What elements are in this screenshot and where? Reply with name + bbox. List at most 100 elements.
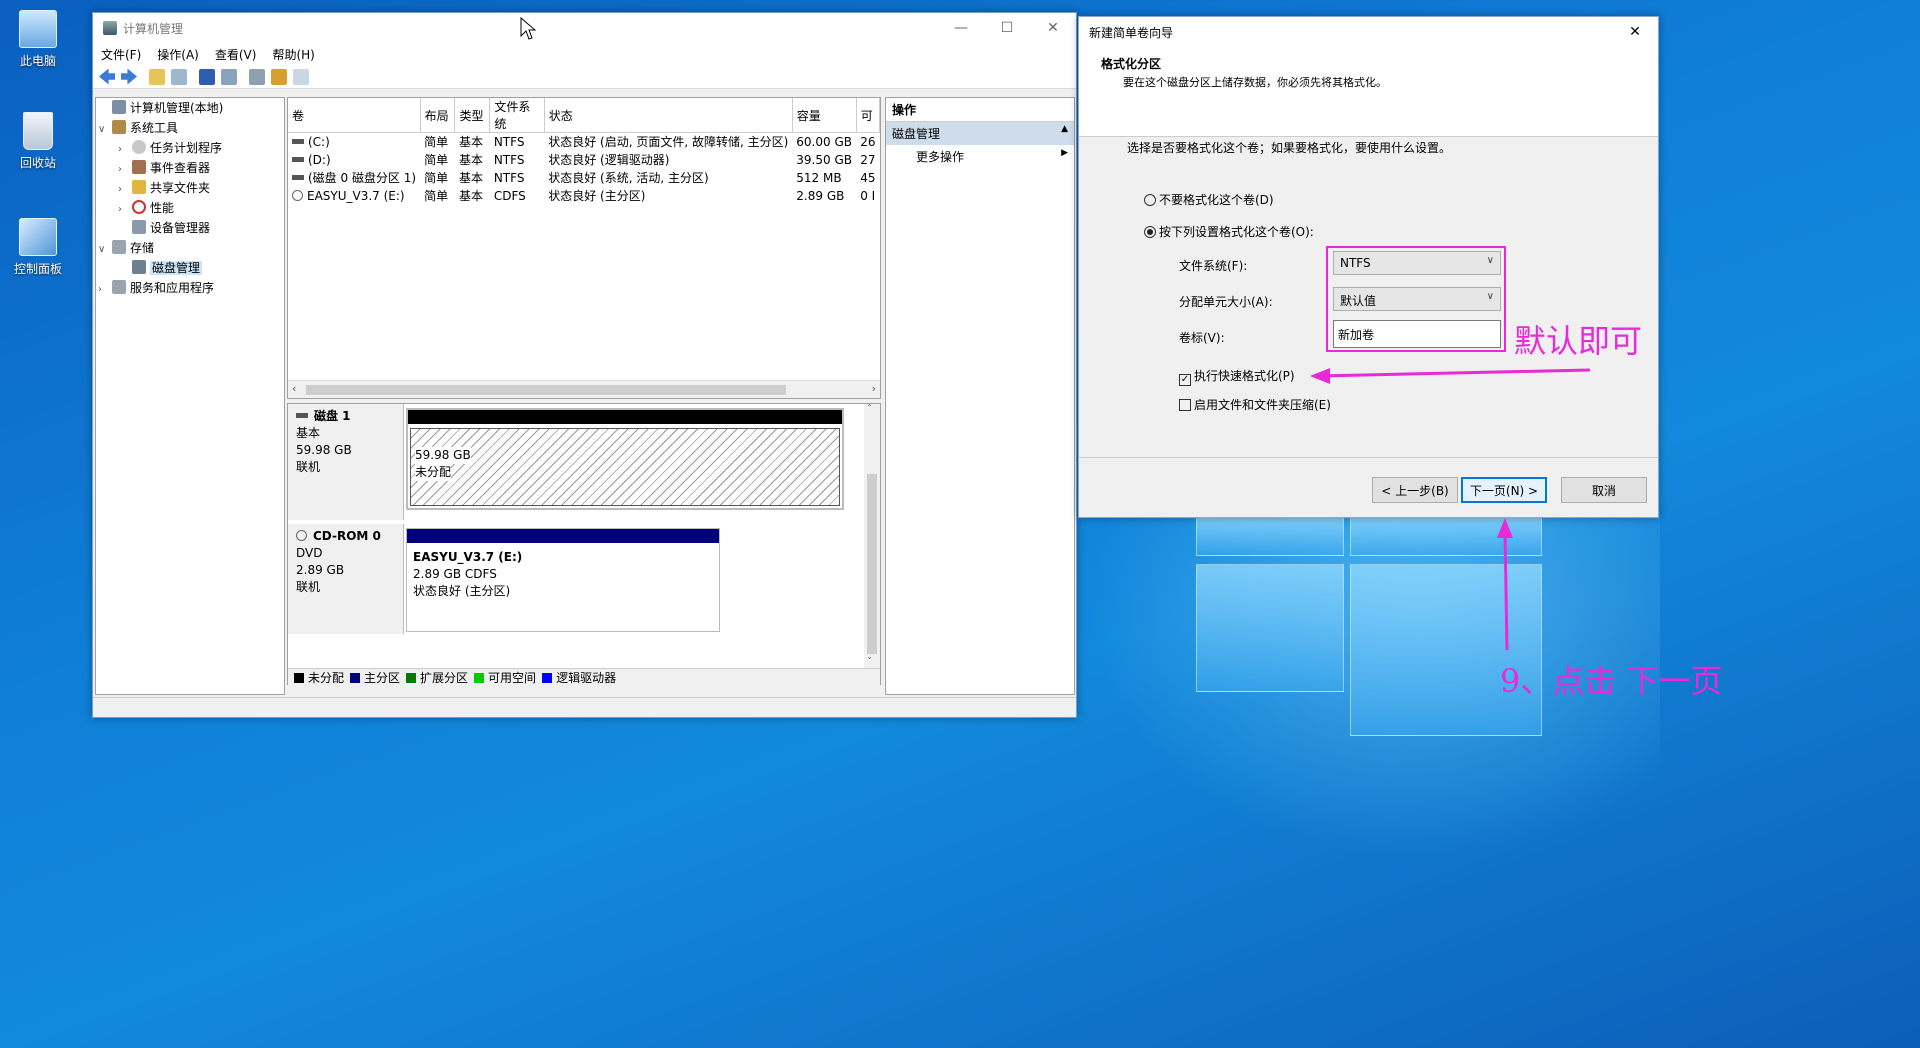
check-icon[interactable] [271, 68, 287, 85]
horizontal-scrollbar[interactable]: ‹ › [288, 380, 880, 398]
free-cell: 0 I [860, 188, 876, 203]
scroll-up-arrow-icon[interactable]: ˆ [867, 404, 872, 415]
tree-item-task-scheduler[interactable]: › 任务计划程序 [118, 138, 222, 158]
radio-button[interactable] [1144, 194, 1156, 206]
desktop-icon-this-pc[interactable]: 此电脑 [8, 10, 68, 69]
window-titlebar[interactable]: 计算机管理 — ☐ ✕ [93, 13, 1076, 43]
event-viewer-icon [132, 160, 146, 174]
capacity-cell: 39.50 GB [796, 152, 852, 167]
tree-item-computer-management[interactable]: 计算机管理(本地) [98, 98, 223, 118]
wizard-close-button[interactable]: ✕ [1612, 17, 1658, 47]
column-header-volume[interactable]: 卷 [288, 98, 421, 133]
table-row[interactable]: (D:) 简单 基本 NTFS 状态良好 (逻辑驱动器) 39.50 GB 27 [288, 151, 880, 169]
properties-icon[interactable] [221, 68, 237, 85]
scroll-right-arrow-icon[interactable]: › [872, 382, 876, 395]
next-button[interactable]: 下一页(N) > [1461, 477, 1547, 503]
collapse-icon[interactable]: ▲ [1061, 124, 1068, 134]
chevron-right-icon[interactable]: › [118, 200, 132, 220]
vertical-scrollbar[interactable]: ˆ ˇ [864, 404, 880, 668]
tree-item-performance[interactable]: › 性能 [118, 198, 174, 218]
rescan-disks-icon[interactable] [249, 68, 265, 85]
desktop-icon-control-panel[interactable]: 控制面板 [8, 218, 68, 277]
table-row[interactable]: (磁盘 0 磁盘分区 1) 简单 基本 NTFS 状态良好 (系统, 活动, 主… [288, 169, 880, 187]
disk-1-label[interactable]: 磁盘 1 基本 59.98 GB 联机 [288, 404, 404, 520]
disk-management-icon [132, 260, 146, 274]
column-header-status[interactable]: 状态 [544, 98, 793, 133]
radio-format[interactable]: 按下列设置格式化这个卷(O): [1144, 223, 1314, 240]
chevron-down-icon[interactable]: ∨ [98, 240, 112, 260]
control-panel-icon [19, 218, 57, 256]
scrollbar-thumb[interactable] [306, 385, 786, 395]
legend-swatch [294, 672, 304, 683]
tree-item-services-apps[interactable]: › 服务和应用程序 [98, 278, 214, 298]
volume-name-cell: EASYU_V3.7 (E:) [288, 187, 420, 205]
wizard-titlebar[interactable]: 新建简单卷向导 ✕ [1079, 17, 1658, 47]
forward-arrow-icon[interactable] [121, 68, 137, 85]
list-view-icon[interactable] [293, 68, 309, 85]
volume-list: 卷 布局 类型 文件系统 状态 容量 可 (C:) 简单 基本 NTFS 状态良… [287, 97, 881, 399]
tree-item-disk-management[interactable]: 磁盘管理 [118, 258, 203, 278]
close-button[interactable]: ✕ [1030, 13, 1076, 43]
radio-button-selected[interactable] [1144, 226, 1156, 238]
scrollbar-thumb[interactable] [867, 474, 877, 654]
menu-action[interactable]: 操作(A) [157, 46, 199, 63]
recycle-bin-icon [23, 112, 53, 150]
tree-item-event-viewer[interactable]: › 事件查看器 [118, 158, 210, 178]
help-icon[interactable] [199, 68, 215, 85]
filesystem-cell: NTFS [493, 134, 525, 149]
back-arrow-icon[interactable] [99, 68, 115, 85]
maximize-button[interactable]: ☐ [984, 13, 1030, 43]
wizard-footer-divider [1079, 457, 1658, 458]
back-button[interactable]: < 上一步(B) [1372, 477, 1458, 503]
menu-help[interactable]: 帮助(H) [272, 46, 314, 63]
column-header-free[interactable]: 可 [856, 98, 880, 133]
compression-checkbox[interactable]: 启用文件和文件夹压缩(E) [1179, 396, 1331, 413]
minimize-button[interactable]: — [938, 13, 984, 43]
show-hide-tree-icon[interactable] [171, 68, 187, 85]
checkbox-checked[interactable]: ✓ [1179, 374, 1191, 386]
column-header-filesystem[interactable]: 文件系统 [489, 98, 545, 133]
shared-folder-icon [132, 180, 146, 194]
wizard-title: 新建简单卷向导 [1089, 25, 1174, 40]
menu-view[interactable]: 查看(V) [215, 46, 257, 63]
windows-logo-pane-tl [1196, 518, 1344, 556]
table-row[interactable]: EASYU_V3.7 (E:) 简单 基本 CDFS 状态良好 (主分区) 2.… [288, 187, 880, 205]
menu-file[interactable]: 文件(F) [101, 46, 141, 63]
column-header-capacity[interactable]: 容量 [792, 98, 857, 133]
chevron-right-icon[interactable]: › [98, 280, 112, 300]
status-cell: 状态良好 (逻辑驱动器) [548, 153, 670, 167]
cdrom-partition[interactable]: EASYU_V3.7 (E:) 2.89 GB CDFS 状态良好 (主分区) [406, 528, 720, 632]
tree-item-storage[interactable]: ∨ 存储 [98, 238, 154, 258]
scroll-down-arrow-icon[interactable]: ˇ [867, 657, 872, 668]
checkbox[interactable] [1179, 399, 1191, 411]
column-header-layout[interactable]: 布局 [420, 98, 456, 133]
wizard-heading: 格式化分区 [1101, 57, 1162, 71]
tree-item-system-tools[interactable]: ∨ 系统工具 [98, 118, 178, 138]
actions-section-disk-management[interactable]: 磁盘管理 ▲ [886, 122, 1074, 145]
chevron-right-icon[interactable]: › [118, 160, 132, 180]
chevron-down-icon[interactable]: ∨ [98, 120, 112, 140]
desktop-icon-recycle-bin[interactable]: 回收站 [8, 112, 68, 171]
cancel-button[interactable]: 取消 [1561, 477, 1647, 503]
column-header-type[interactable]: 类型 [454, 98, 491, 133]
action-more-actions[interactable]: 更多操作 ▶ [886, 145, 1074, 168]
cdrom-0-label[interactable]: CD-ROM 0 DVD 2.89 GB 联机 [288, 524, 404, 634]
filesystem-cell: CDFS [493, 188, 526, 203]
up-folder-icon[interactable] [149, 68, 165, 85]
chevron-right-icon[interactable]: › [118, 140, 132, 160]
desktop-icon-label: 回收站 [19, 156, 56, 170]
radio-no-format[interactable]: 不要格式化这个卷(D) [1144, 191, 1274, 208]
windows-logo-pane-bl [1196, 564, 1344, 692]
table-row[interactable]: (C:) 简单 基本 NTFS 状态良好 (启动, 页面文件, 故障转储, 主分… [288, 133, 880, 151]
scroll-left-arrow-icon[interactable]: ‹ [292, 382, 296, 395]
actions-header: 操作 [886, 98, 1074, 122]
chevron-right-icon[interactable]: › [118, 180, 132, 200]
tree-item-device-manager[interactable]: 设备管理器 [118, 218, 210, 238]
disk-1-unallocated-partition[interactable]: 59.98 GB 未分配 [406, 408, 844, 510]
quick-format-checkbox[interactable]: ✓ 执行快速格式化(P) [1179, 367, 1295, 386]
toolbar [93, 65, 1076, 89]
status-cell: 状态良好 (启动, 页面文件, 故障转储, 主分区) [548, 135, 789, 150]
window-title: 计算机管理 [123, 21, 184, 36]
volume-table: 卷 布局 类型 文件系统 状态 容量 可 (C:) 简单 基本 NTFS 状态良… [288, 98, 880, 205]
tree-item-shared-folders[interactable]: › 共享文件夹 [118, 178, 210, 198]
